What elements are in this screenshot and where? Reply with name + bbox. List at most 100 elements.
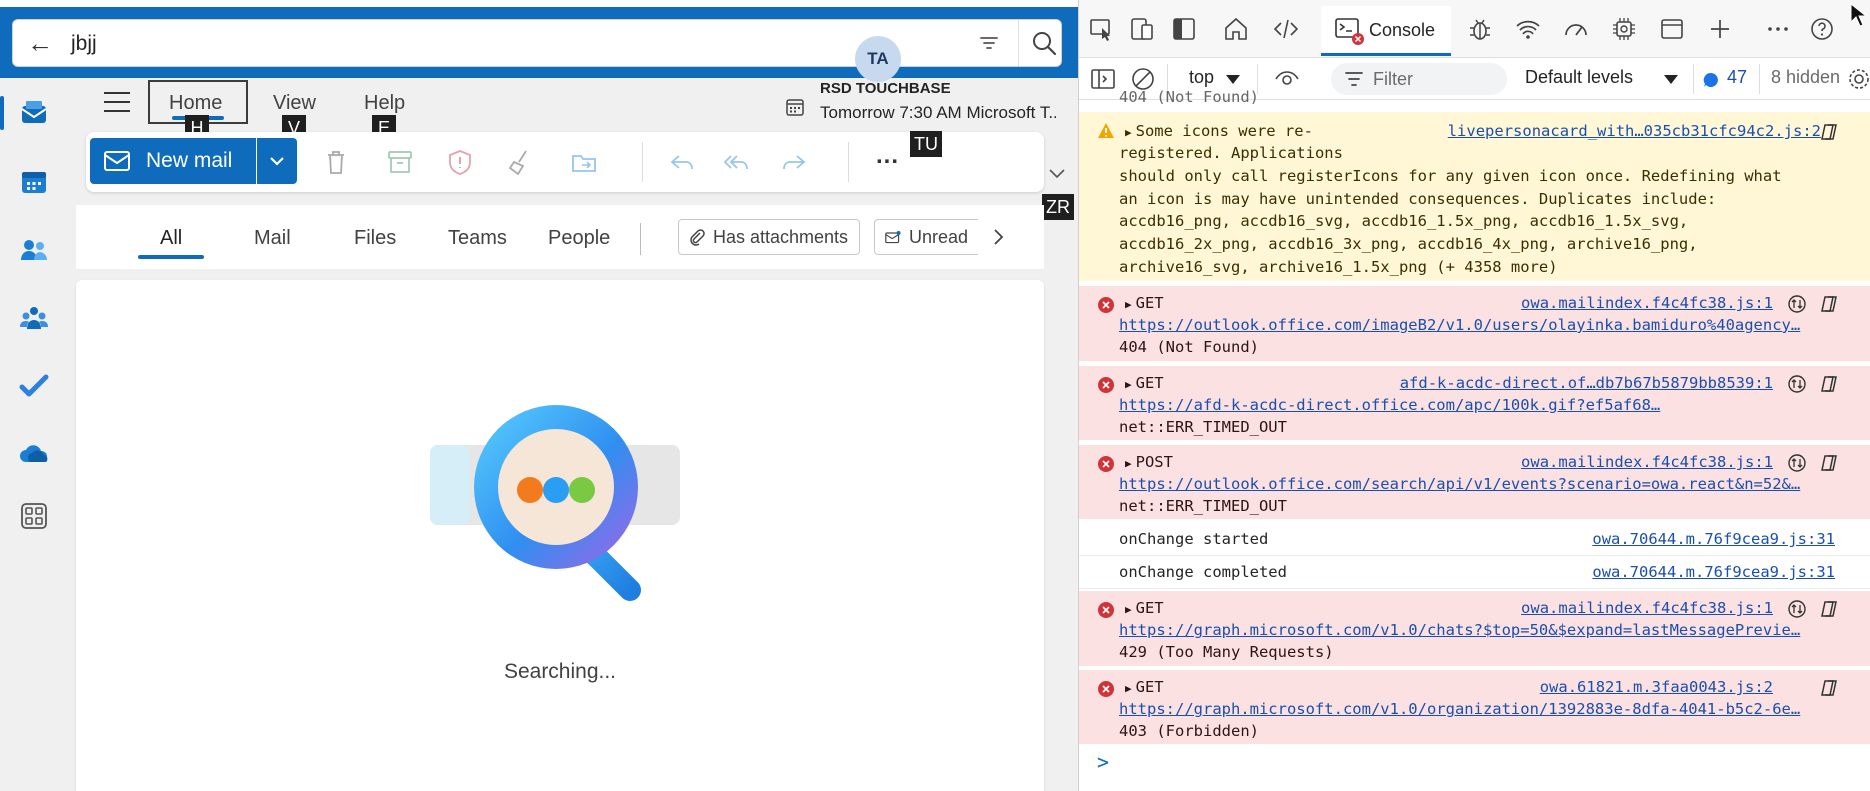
groups-icon[interactable] (16, 300, 52, 336)
tab-home[interactable]: Home (169, 92, 222, 115)
filter-tab-people[interactable]: People (548, 227, 610, 250)
back-arrow-icon[interactable]: ← (27, 30, 53, 56)
filter-tab-all[interactable]: All (160, 227, 182, 250)
source-link[interactable]: afd-k-acdc-direct.of…db7b67b5879bb8539:1 (1400, 374, 1773, 392)
request-method: ▶ GET (1125, 294, 1164, 312)
request-url[interactable]: https://outlook.office.com/search/api/v1… (1119, 475, 1800, 493)
source-link[interactable]: owa.mailindex.f4c4fc38.js:1 (1521, 294, 1773, 312)
copilot-explain-icon[interactable] (1819, 453, 1839, 473)
add-tab-icon[interactable] (1707, 16, 1733, 42)
move-to-icon[interactable] (570, 148, 598, 176)
source-link[interactable]: owa.mailindex.f4c4fc38.js:1 (1521, 599, 1773, 617)
tab-console[interactable]: Console (1321, 6, 1451, 56)
more-options-button[interactable]: ... (876, 142, 899, 170)
copilot-explain-icon[interactable] (1819, 294, 1839, 314)
source-link[interactable]: owa.70644.m.76f9cea9.js:31 (1592, 563, 1835, 581)
expand-triangle-icon[interactable]: ▶ (1125, 378, 1132, 391)
mail-icon[interactable] (16, 95, 52, 131)
more-tools-icon[interactable] (1765, 16, 1791, 42)
sweep-icon[interactable] (506, 148, 534, 176)
copilot-explain-icon[interactable] (1819, 374, 1839, 394)
hamburger-menu-icon[interactable] (104, 92, 130, 114)
source-link[interactable]: owa.mailindex.f4c4fc38.js:1 (1521, 453, 1773, 471)
tab-help[interactable]: Help (364, 92, 405, 115)
expand-triangle-icon[interactable]: ▶ (1125, 603, 1132, 616)
request-method: ▶ GET (1125, 678, 1164, 696)
source-link[interactable]: owa.70644.m.76f9cea9.js:31 (1592, 530, 1835, 548)
request-url[interactable]: https://graph.microsoft.com/v1.0/chats?$… (1119, 621, 1800, 639)
warning-icon (1098, 123, 1114, 138)
expand-triangle-icon[interactable]: ▶ (1125, 298, 1132, 311)
search-icon[interactable] (1029, 28, 1059, 58)
toolbar-divider (848, 142, 849, 182)
avatar[interactable]: TA (855, 36, 901, 82)
paperclip-icon (690, 229, 705, 246)
toolbar-divider (642, 142, 643, 182)
source-link[interactable]: owa.61821.m.3faa0043.js:2 (1540, 678, 1773, 696)
copilot-explain-icon[interactable] (1819, 678, 1839, 698)
network-request-icon[interactable] (1787, 374, 1807, 394)
delete-icon[interactable] (322, 148, 350, 176)
device-emulation-icon[interactable] (1129, 16, 1155, 42)
live-expression-eye-icon[interactable] (1275, 69, 1299, 89)
report-icon[interactable] (446, 148, 474, 176)
console-filter-input[interactable]: Filter (1331, 63, 1507, 95)
context-selector[interactable]: top (1189, 67, 1214, 88)
unread-filter[interactable]: Unread (874, 219, 978, 255)
console-error: ▶ GET https://graph.microsoft.com/v1.0/or… (1079, 670, 1870, 744)
forward-icon[interactable] (780, 148, 808, 176)
home-icon[interactable] (1223, 16, 1249, 42)
has-attachments-filter[interactable]: Has attachments (678, 219, 860, 255)
source-link[interactable]: livepersonacard_with…035cb31cfc94c2.js:2 (1448, 122, 1821, 140)
issues-icon[interactable] (1703, 72, 1719, 88)
console-prompt[interactable]: > (1097, 750, 1109, 774)
caret-down-icon[interactable] (1663, 73, 1679, 85)
dock-side-icon[interactable] (1171, 16, 1197, 42)
request-url[interactable]: https://graph.microsoft.com/v1.0/organiz… (1119, 700, 1800, 718)
reply-icon[interactable] (668, 148, 696, 176)
chevron-down-icon[interactable] (1048, 168, 1066, 180)
memory-chip-icon[interactable] (1611, 16, 1637, 42)
filter-tab-files[interactable]: Files (354, 227, 396, 250)
network-request-icon[interactable] (1787, 599, 1807, 619)
calendar-icon[interactable] (16, 164, 52, 200)
application-panel-icon[interactable] (1659, 16, 1685, 42)
elements-icon[interactable] (1273, 16, 1299, 42)
expand-triangle-icon[interactable]: ▶ (1125, 457, 1132, 470)
network-request-icon[interactable] (1787, 294, 1807, 314)
chevron-right-icon[interactable] (988, 225, 1008, 249)
network-request-icon[interactable] (1787, 453, 1807, 473)
todo-icon[interactable] (16, 368, 52, 404)
network-wifi-icon[interactable] (1515, 16, 1541, 42)
console-tab-label: Console (1369, 20, 1436, 40)
people-icon[interactable] (16, 232, 52, 268)
help-icon[interactable] (1809, 16, 1835, 42)
new-mail-dropdown[interactable] (257, 138, 297, 184)
copilot-explain-icon[interactable] (1819, 599, 1839, 619)
bug-icon[interactable] (1467, 16, 1493, 42)
filter-tab-mail[interactable]: Mail (254, 227, 291, 250)
reply-all-icon[interactable] (722, 148, 750, 176)
apps-icon[interactable] (16, 498, 52, 534)
log-levels-dropdown[interactable]: Default levels (1525, 67, 1633, 88)
expand-triangle-icon[interactable]: ▶ (1125, 682, 1132, 695)
request-url[interactable]: https://afd-k-acdc-direct.office.com/apc… (1119, 396, 1660, 414)
new-mail-button[interactable]: New mail (90, 138, 256, 184)
request-url[interactable]: https://outlook.office.com/imageB2/v1.0/… (1119, 316, 1800, 334)
sidebar-toggle-icon[interactable] (1091, 68, 1115, 90)
expand-triangle-icon[interactable]: ▶ (1125, 126, 1132, 139)
issues-count[interactable]: 47 (1727, 67, 1747, 88)
caret-down-icon[interactable] (1225, 73, 1241, 85)
tab-view[interactable]: View (273, 92, 316, 115)
performance-icon[interactable] (1563, 16, 1589, 42)
inspect-icon[interactable] (1089, 16, 1115, 42)
search-input[interactable]: jbjj (71, 32, 97, 56)
search-box[interactable]: ← jbjj TA (12, 19, 1062, 82)
search-filter-icon[interactable] (978, 32, 1000, 54)
archive-icon[interactable] (386, 148, 414, 176)
onedrive-icon[interactable] (16, 436, 52, 472)
settings-gear-icon[interactable] (1847, 67, 1870, 91)
meeting-reminder[interactable]: RSD TOUCHBASE Tomorrow 7:30 AM Microsoft… (786, 80, 1066, 128)
copilot-explain-icon[interactable] (1819, 122, 1839, 142)
filter-tab-teams[interactable]: Teams (448, 227, 507, 250)
